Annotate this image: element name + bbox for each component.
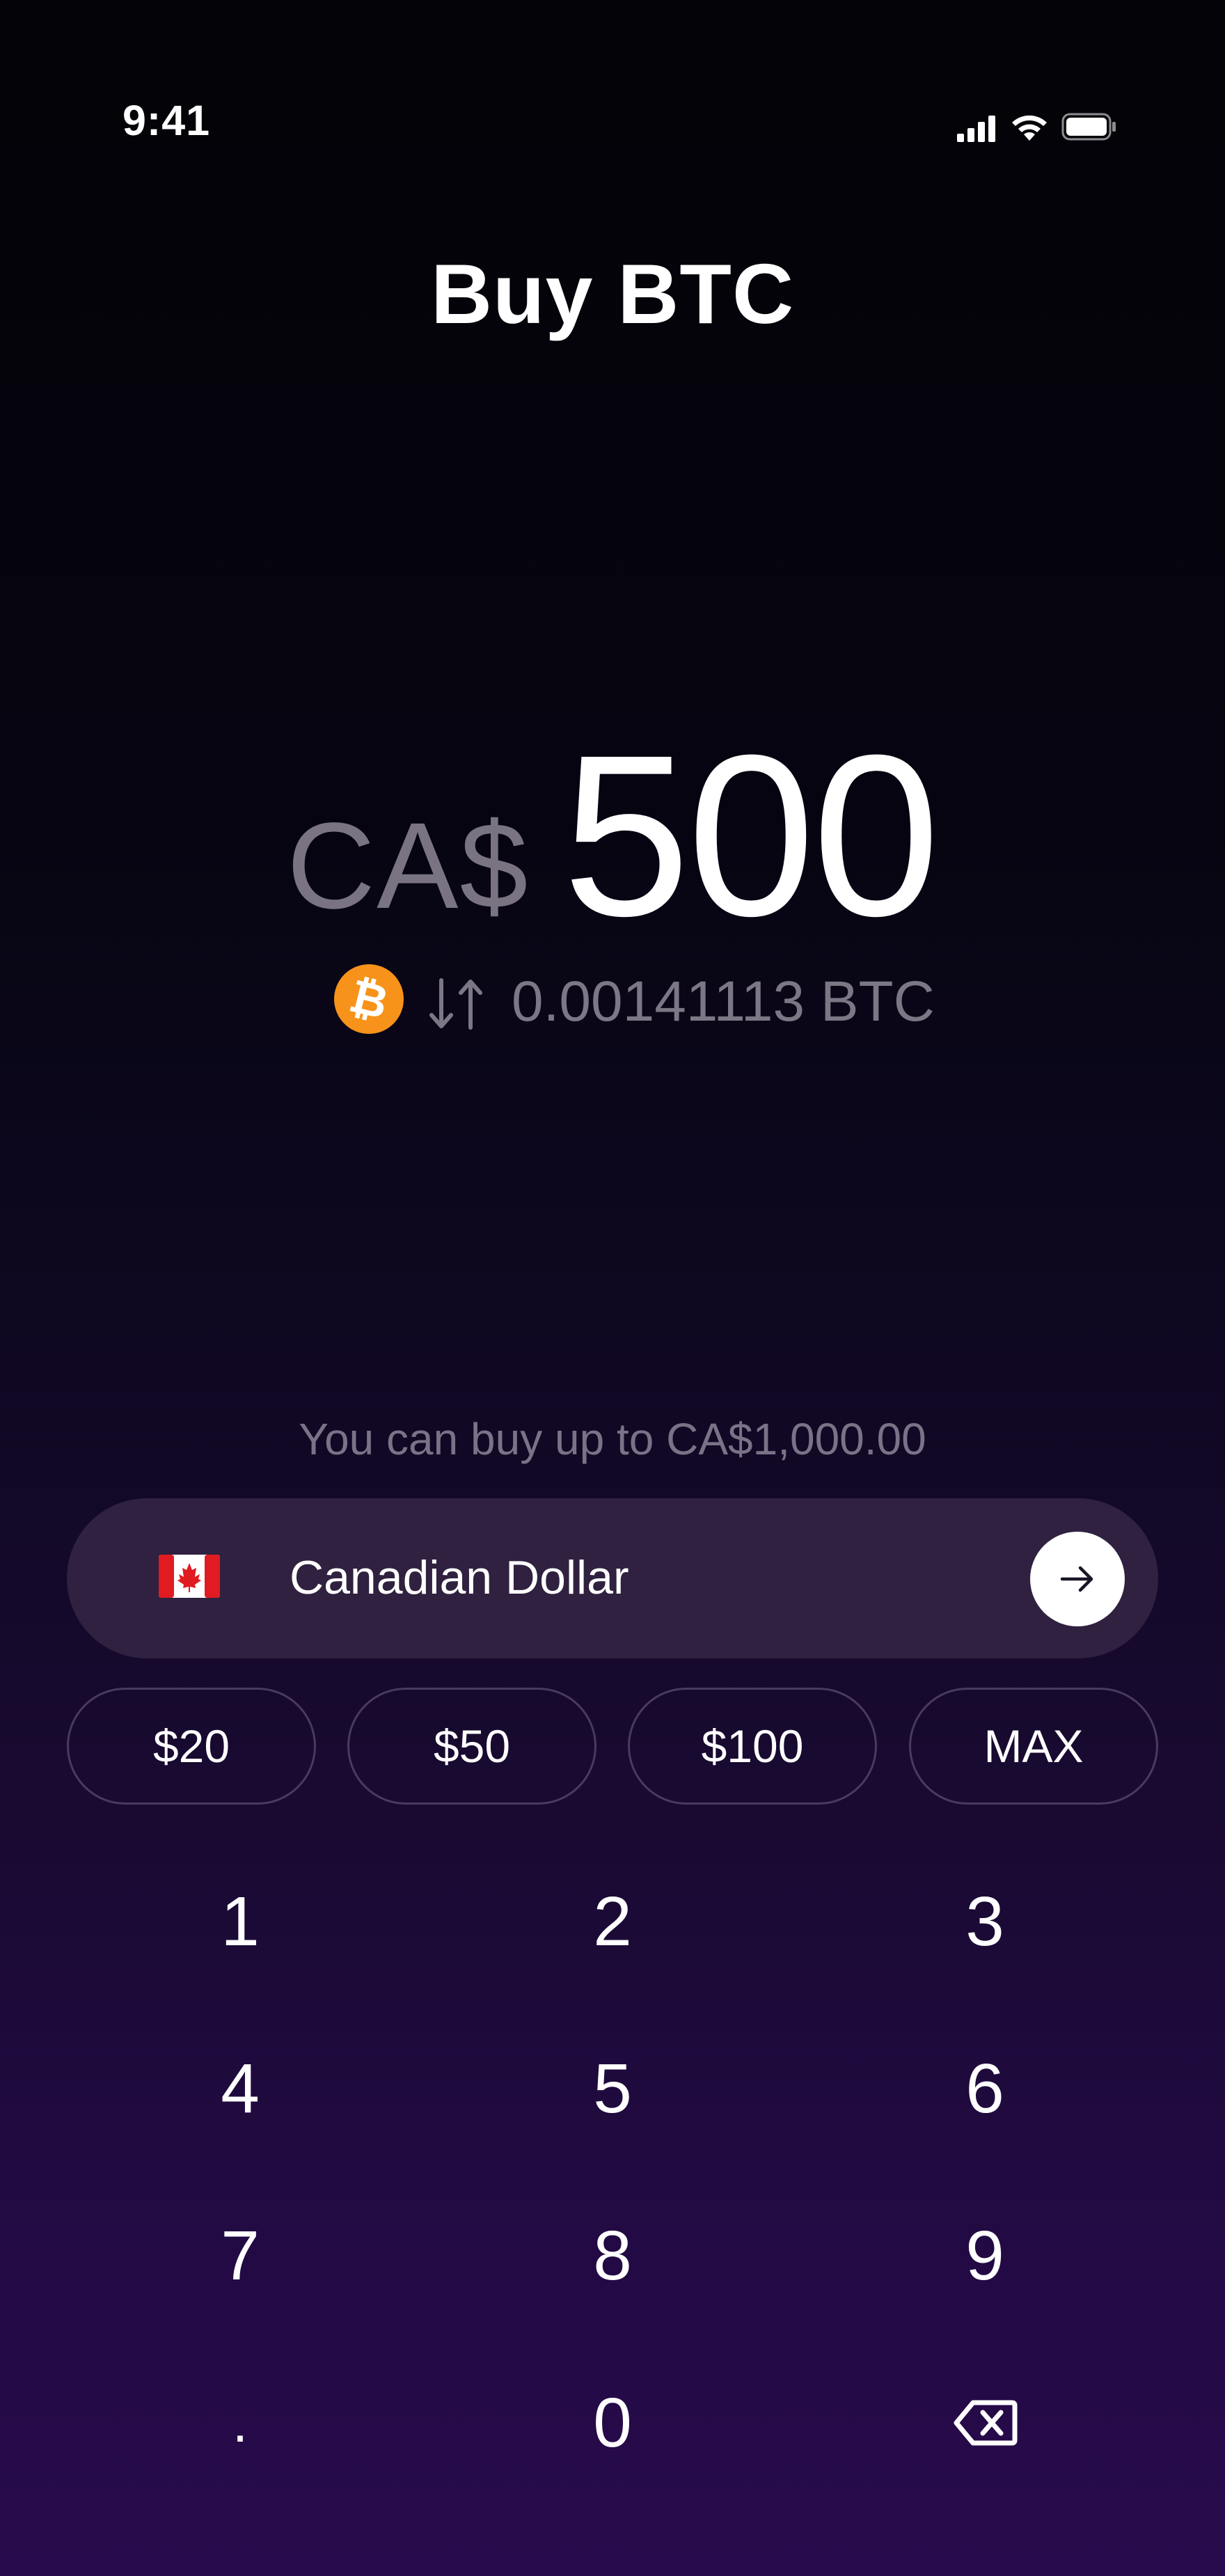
canada-flag-icon <box>159 1555 220 1598</box>
backspace-icon <box>954 2400 1018 2446</box>
quick-amount-100-button[interactable]: $100 <box>628 1688 877 1805</box>
key-6[interactable]: 6 <box>846 2019 1124 2158</box>
key-4[interactable]: 4 <box>101 2019 379 2158</box>
btc-amount: 0.00141113 BTC <box>512 970 935 1033</box>
key-5[interactable]: 5 <box>473 2019 752 2158</box>
backspace-button[interactable] <box>846 2353 1124 2492</box>
status-time: 9:41 <box>122 97 211 144</box>
key-0[interactable]: 0 <box>473 2353 752 2492</box>
swap-arrows-icon[interactable] <box>426 976 489 1032</box>
currency-prefix: CA$ <box>287 798 530 934</box>
key-8[interactable]: 8 <box>473 2186 752 2325</box>
page-title: Buy BTC <box>430 246 795 341</box>
amount-display: CA$ 500 <box>0 721 1225 950</box>
wifi-icon <box>1012 115 1047 141</box>
key-7[interactable]: 7 <box>101 2186 379 2325</box>
quick-amount-20-button[interactable]: $20 <box>67 1688 316 1805</box>
next-button[interactable] <box>1030 1532 1125 1626</box>
numeric-keypad: 1 2 3 4 5 6 7 8 9 . 0 <box>0 1852 1225 2520</box>
status-bar: 9:41 <box>0 0 1225 144</box>
quick-amount-max-button[interactable]: MAX <box>909 1688 1158 1805</box>
status-icons <box>957 110 1117 145</box>
battery-icon <box>1061 113 1116 141</box>
quick-amount-50-button[interactable]: $50 <box>347 1688 596 1805</box>
arrow-right-icon <box>1060 1566 1093 1592</box>
currency-selector[interactable]: Canadian Dollar <box>67 1498 1158 1658</box>
quick-amounts: $20 $50 $100 MAX <box>67 1688 1158 1807</box>
key-decimal[interactable]: . <box>101 2353 379 2492</box>
key-3[interactable]: 3 <box>846 1852 1124 1991</box>
key-9[interactable]: 9 <box>846 2186 1124 2325</box>
purchase-limit-text: You can buy up to CA$1,000.00 <box>299 1414 926 1464</box>
amount-value: 500 <box>562 707 940 964</box>
currency-name: Canadian Dollar <box>290 1551 629 1604</box>
signal-icon <box>957 116 995 142</box>
key-2[interactable]: 2 <box>473 1852 752 1991</box>
bitcoin-icon: ₿ <box>334 964 404 1034</box>
key-1[interactable]: 1 <box>101 1852 379 1991</box>
conversion-row[interactable]: ₿ 0.00141113 BTC <box>0 961 1225 1037</box>
